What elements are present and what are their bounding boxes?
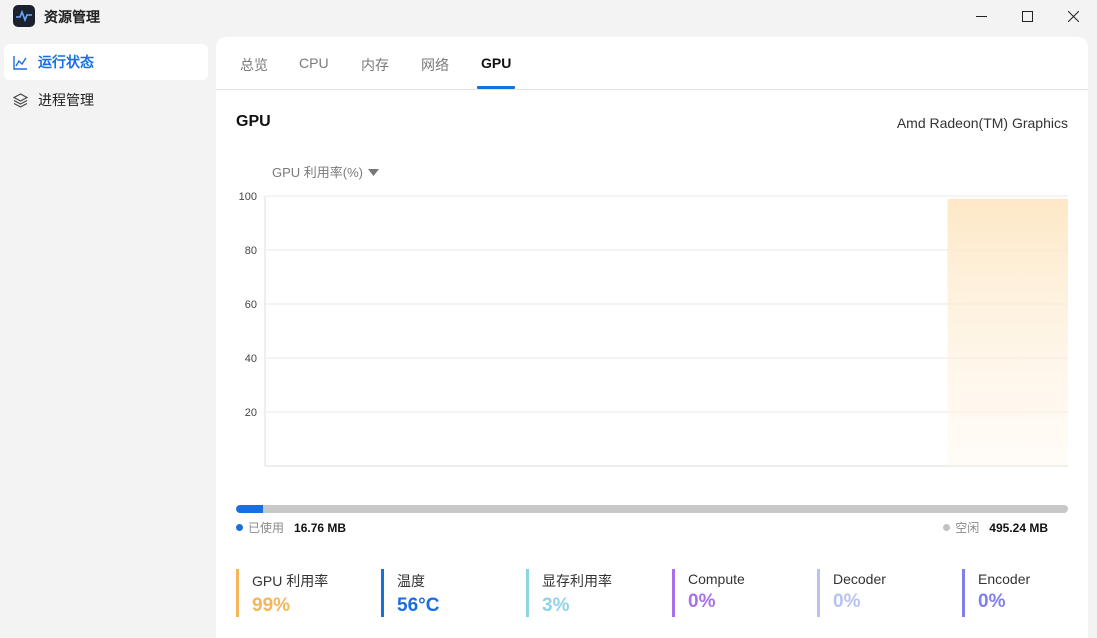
tab-cpu[interactable]: CPU	[299, 55, 329, 71]
stat-compute: Compute 0%	[672, 569, 812, 617]
tab-overview[interactable]: 总览	[240, 55, 268, 75]
gpu-usage-chart: 100 80 60 40 20	[239, 191, 1068, 467]
free-dot-icon	[943, 524, 951, 531]
gpu-stats: GPU 利用率 99% 温度 56°C 显存利用率 3% Compute 0% …	[236, 569, 1088, 617]
metric-selector-label: GPU 利用率(%)	[272, 165, 364, 180]
memory-usage-bar	[236, 505, 1068, 513]
tab-bar: 总览 CPU 内存 网络 GPU	[216, 37, 1088, 90]
active-tab-indicator	[477, 86, 515, 89]
stat-label: 温度	[397, 573, 425, 589]
sidebar-item-status[interactable]: 运行状态	[4, 44, 208, 80]
stat-value: 3%	[542, 595, 570, 616]
stat-label: 显存利用率	[542, 573, 612, 589]
gpu-heading: GPU	[236, 113, 271, 130]
stat-label: Compute	[688, 571, 745, 587]
stat-decoder: Decoder 0%	[817, 569, 957, 617]
stat-vram-usage: 显存利用率 3%	[526, 569, 666, 617]
tab-network[interactable]: 网络	[421, 55, 449, 75]
stat-value: 56°C	[397, 595, 440, 616]
maximize-button[interactable]	[1004, 0, 1050, 32]
close-icon	[1067, 10, 1079, 22]
gpu-model-name: Amd Radeon(TM) Graphics	[896, 115, 1068, 131]
stat-value: 0%	[978, 591, 1006, 612]
app-logo-icon	[13, 5, 35, 27]
stat-encoder: Encoder 0%	[962, 569, 1097, 617]
y-tick-label: 80	[245, 245, 257, 257]
y-tick-label: 40	[245, 353, 257, 365]
y-tick-label: 60	[245, 299, 257, 311]
stat-gpu-usage: GPU 利用率 99%	[236, 569, 376, 617]
memory-used-fill	[236, 505, 264, 513]
sidebar-item-processes[interactable]: 进程管理	[4, 82, 208, 118]
memory-used-value: 16.76 MB	[294, 520, 347, 535]
sidebar-item-label: 进程管理	[38, 92, 94, 108]
stat-value: 0%	[833, 591, 861, 612]
minimize-button[interactable]	[958, 0, 1004, 32]
memory-used-legend: 已使用 16.76 MB	[236, 519, 346, 536]
app-title: 资源管理	[44, 9, 100, 25]
memory-free-label: 空闲	[955, 521, 980, 535]
used-dot-icon	[236, 524, 243, 531]
minimize-icon	[975, 15, 987, 17]
caret-down-icon	[368, 164, 380, 179]
line-chart-icon	[13, 54, 29, 70]
stat-temperature: 温度 56°C	[381, 569, 521, 617]
y-tick-label: 20	[245, 407, 257, 419]
y-tick-label: 100	[239, 191, 257, 203]
memory-free-value: 495.24 MB	[989, 520, 1048, 535]
layers-icon	[13, 92, 29, 108]
tab-memory[interactable]: 内存	[361, 55, 389, 75]
maximize-icon	[1021, 10, 1033, 22]
close-button[interactable]	[1050, 0, 1096, 32]
sidebar-item-label: 运行状态	[38, 54, 94, 70]
main-panel: 总览 CPU 内存 网络 GPU GPU Amd Radeon(TM) Grap…	[216, 37, 1088, 638]
stat-value: 99%	[252, 595, 291, 616]
memory-used-label: 已使用	[248, 521, 285, 535]
stat-label: Decoder	[833, 571, 886, 587]
tab-gpu[interactable]: GPU	[481, 55, 511, 71]
stat-value: 0%	[688, 591, 716, 612]
memory-free-legend: 空闲 495.24 MB	[943, 519, 1048, 536]
stat-label: GPU 利用率	[252, 573, 329, 589]
stat-label: Encoder	[978, 571, 1031, 587]
series-area	[265, 198, 1068, 466]
metric-selector[interactable]: GPU 利用率(%)	[272, 162, 380, 181]
title-bar: 资源管理	[0, 0, 1097, 32]
